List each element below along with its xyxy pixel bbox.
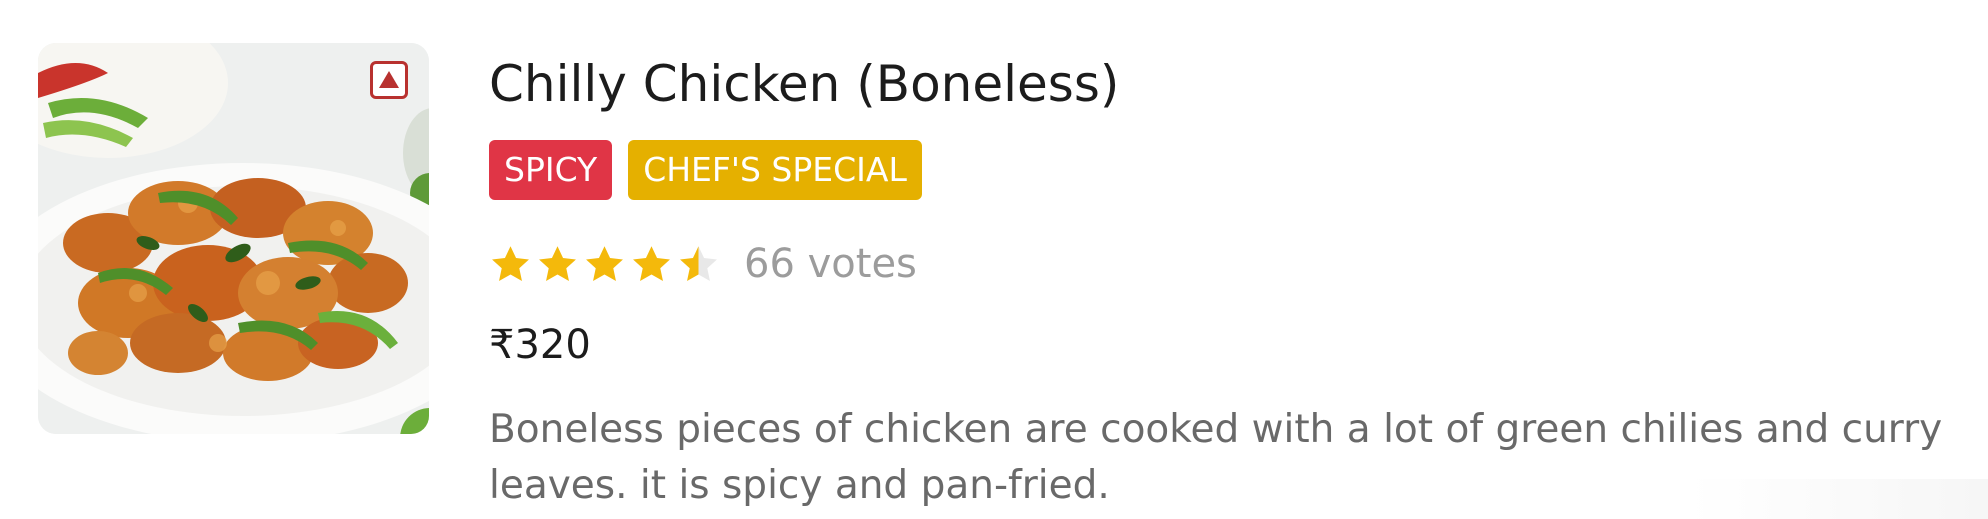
star-icon	[492, 245, 529, 281]
star-icon	[633, 245, 670, 281]
votes-count: 66 votes	[744, 241, 917, 287]
item-image[interactable]	[38, 43, 429, 434]
star-icon	[539, 245, 576, 281]
star-rating	[489, 243, 720, 286]
star-icon	[586, 245, 623, 281]
tag-spicy: SPICY	[489, 140, 613, 200]
star-icon	[680, 245, 717, 281]
tag-chefs-special: CHEF'S SPECIAL	[628, 140, 922, 200]
non-veg-icon	[370, 61, 408, 99]
item-price: ₹320	[489, 322, 591, 368]
rating: 66 votes	[489, 236, 917, 292]
item-description: Boneless pieces of chicken are cooked wi…	[489, 407, 1943, 508]
chilly-chicken-photo	[38, 43, 429, 434]
item-title: Chilly Chicken (Boneless)	[489, 55, 1120, 113]
item-tags: SPICY CHEF'S SPECIAL	[489, 140, 922, 200]
